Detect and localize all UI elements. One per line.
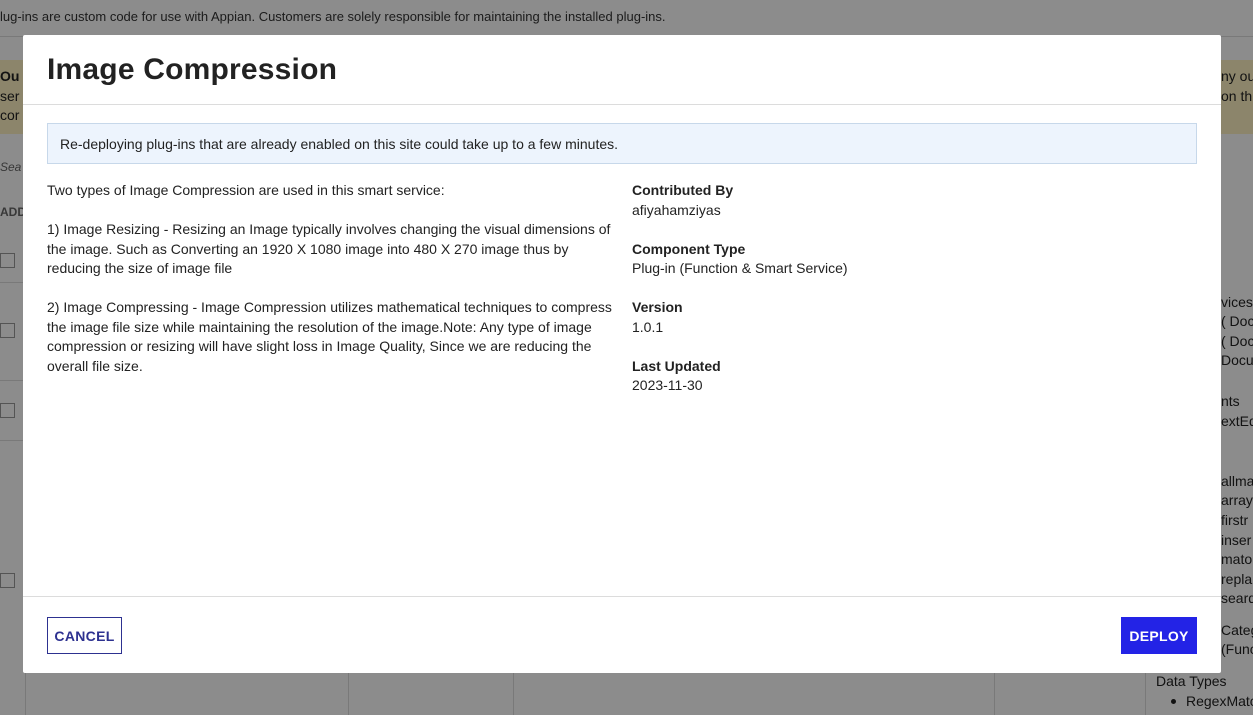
version: Version 1.0.1 xyxy=(632,298,1012,337)
contributed-by-value: afiyahamziyas xyxy=(632,201,721,218)
plugin-details-dialog: Image Compression Re-deploying plug-ins … xyxy=(23,35,1221,673)
component-type-value: Plug-in (Function & Smart Service) xyxy=(632,260,848,276)
version-value: 1.0.1 xyxy=(632,318,664,335)
cancel-button[interactable]: CANCEL xyxy=(47,617,122,654)
last-updated-value: 2023-11-30 xyxy=(632,377,703,393)
version-label: Version xyxy=(632,299,683,315)
plugin-description: Two types of Image Compression are used … xyxy=(47,181,617,396)
contributed-by-label: Contributed By xyxy=(632,182,734,198)
dialog-header: Image Compression xyxy=(23,35,1221,105)
dialog-body: Re-deploying plug-ins that are already e… xyxy=(23,105,1221,596)
component-type-label: Component Type xyxy=(632,240,746,257)
info-message: Re-deploying plug-ins that are already e… xyxy=(47,123,1197,164)
last-updated: Last Updated 2023-11-30 xyxy=(632,357,1012,396)
last-updated-label: Last Updated xyxy=(632,357,721,374)
deploy-button[interactable]: DEPLOY xyxy=(1121,617,1197,654)
contributed-by: Contributed By afiyahamziyas xyxy=(632,181,1012,220)
dialog-footer: CANCEL DEPLOY xyxy=(23,596,1221,673)
plugin-metadata: Contributed By afiyahamziyas Component T… xyxy=(632,181,1012,415)
description-paragraph: Two types of Image Compression are used … xyxy=(47,182,445,198)
description-paragraph: 2) Image Compressing - Image Compression… xyxy=(47,299,612,374)
description-paragraph: 1) Image Resizing - Resizing an Image ty… xyxy=(47,221,611,276)
dialog-title: Image Compression xyxy=(47,52,338,86)
component-type: Component Type Plug-in (Function & Smart… xyxy=(632,240,1012,279)
